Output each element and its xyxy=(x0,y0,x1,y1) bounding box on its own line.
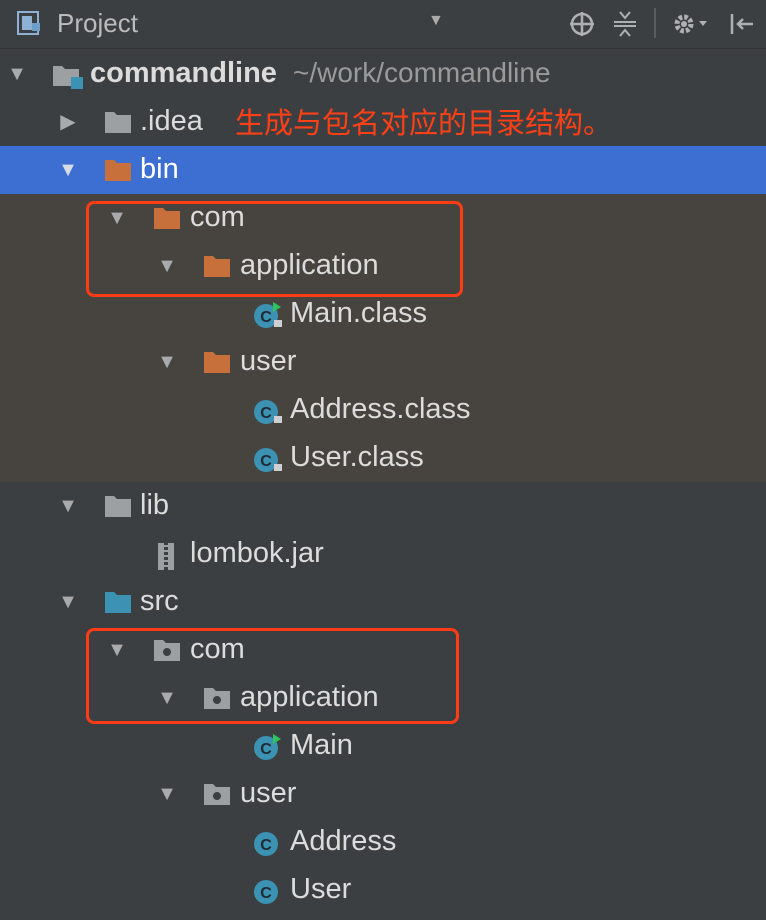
excluded-folder-icon xyxy=(104,158,134,184)
tree-label: Main.class xyxy=(290,297,427,329)
tree-label: Address xyxy=(290,825,397,857)
expand-arrow-icon[interactable]: ▼ xyxy=(7,64,27,84)
tree-row-main[interactable]: C Main xyxy=(0,722,766,770)
class-icon: C xyxy=(253,302,283,328)
source-folder-icon xyxy=(104,590,134,616)
jar-icon xyxy=(155,542,185,570)
project-path: ~/work/commandline xyxy=(293,57,551,88)
toolbar-separator xyxy=(654,8,656,38)
tree-row-src-user[interactable]: ▼ user xyxy=(0,770,766,818)
project-icon xyxy=(17,11,43,42)
module-folder-icon xyxy=(52,62,83,89)
tree-row-address-class[interactable]: C Address.class xyxy=(0,386,766,434)
package-icon xyxy=(203,782,233,808)
view-dropdown-icon[interactable]: ▼ xyxy=(428,12,444,30)
tree-label: .idea xyxy=(140,105,203,137)
tree-label: bin xyxy=(140,153,179,185)
svg-text:C: C xyxy=(260,309,272,326)
tree-row-user[interactable]: C User xyxy=(0,866,766,914)
tree-row-main-class[interactable]: C Main.class xyxy=(0,290,766,338)
tree-row-lib[interactable]: ▼ lib xyxy=(0,482,766,530)
tree-label: Address.class xyxy=(290,393,471,425)
collapse-arrow-icon[interactable]: ▼ xyxy=(157,352,177,372)
gear-icon[interactable] xyxy=(670,9,714,39)
tree-row-lombok-jar[interactable]: lombok.jar xyxy=(0,530,766,578)
expand-arrow-icon[interactable]: ▶ xyxy=(58,112,78,132)
svg-text:C: C xyxy=(260,837,272,854)
tree-label: lombok.jar xyxy=(190,537,324,569)
project-name: commandline xyxy=(90,57,277,89)
tree-row-bin-user[interactable]: ▼ user xyxy=(0,338,766,386)
annotation-text: 生成与包名对应的目录结构。 xyxy=(235,108,613,140)
class-icon: C xyxy=(253,446,283,472)
tree-label: user xyxy=(240,777,297,809)
collapse-arrow-icon[interactable]: ▼ xyxy=(58,160,78,180)
project-toolbar: Project ▼ xyxy=(0,0,766,49)
tree-row-src[interactable]: ▼ src xyxy=(0,578,766,626)
collapse-arrow-icon[interactable]: ▼ xyxy=(157,784,177,804)
tree-row-bin[interactable]: ▼ bin xyxy=(0,146,766,194)
hide-panel-icon[interactable] xyxy=(727,9,757,39)
tree-label: lib xyxy=(140,489,170,521)
panel-title[interactable]: Project xyxy=(57,8,138,39)
highlight-box-bin-package xyxy=(86,201,463,297)
highlight-box-src-package xyxy=(86,628,459,724)
class-icon: C xyxy=(253,830,283,856)
collapse-arrow-icon[interactable]: ▼ xyxy=(58,496,78,516)
class-icon: C xyxy=(253,398,283,424)
svg-text:C: C xyxy=(260,885,272,902)
folder-icon xyxy=(203,350,233,376)
collapse-arrow-icon[interactable]: ▼ xyxy=(58,592,78,612)
collapse-all-icon[interactable] xyxy=(610,9,640,39)
tree-row-user-class[interactable]: C User.class xyxy=(0,434,766,482)
tree-label: User.class xyxy=(290,441,424,473)
tree-label: User xyxy=(290,873,352,905)
svg-text:C: C xyxy=(260,741,272,758)
class-icon: C xyxy=(253,878,283,904)
svg-text:C: C xyxy=(260,405,272,422)
runnable-class-icon: C xyxy=(253,734,283,760)
folder-icon xyxy=(104,494,134,520)
tree-row-address[interactable]: C Address xyxy=(0,818,766,866)
locate-icon[interactable] xyxy=(567,9,597,39)
tree-row-root[interactable]: ▼ commandline ~/work/commandline xyxy=(0,50,766,98)
tree-label-root: commandline ~/work/commandline xyxy=(90,57,551,90)
folder-icon xyxy=(104,110,134,136)
tree-label: Main xyxy=(290,729,353,761)
tree-label: user xyxy=(240,345,297,377)
tree-label: src xyxy=(140,585,179,617)
svg-text:C: C xyxy=(260,453,272,470)
